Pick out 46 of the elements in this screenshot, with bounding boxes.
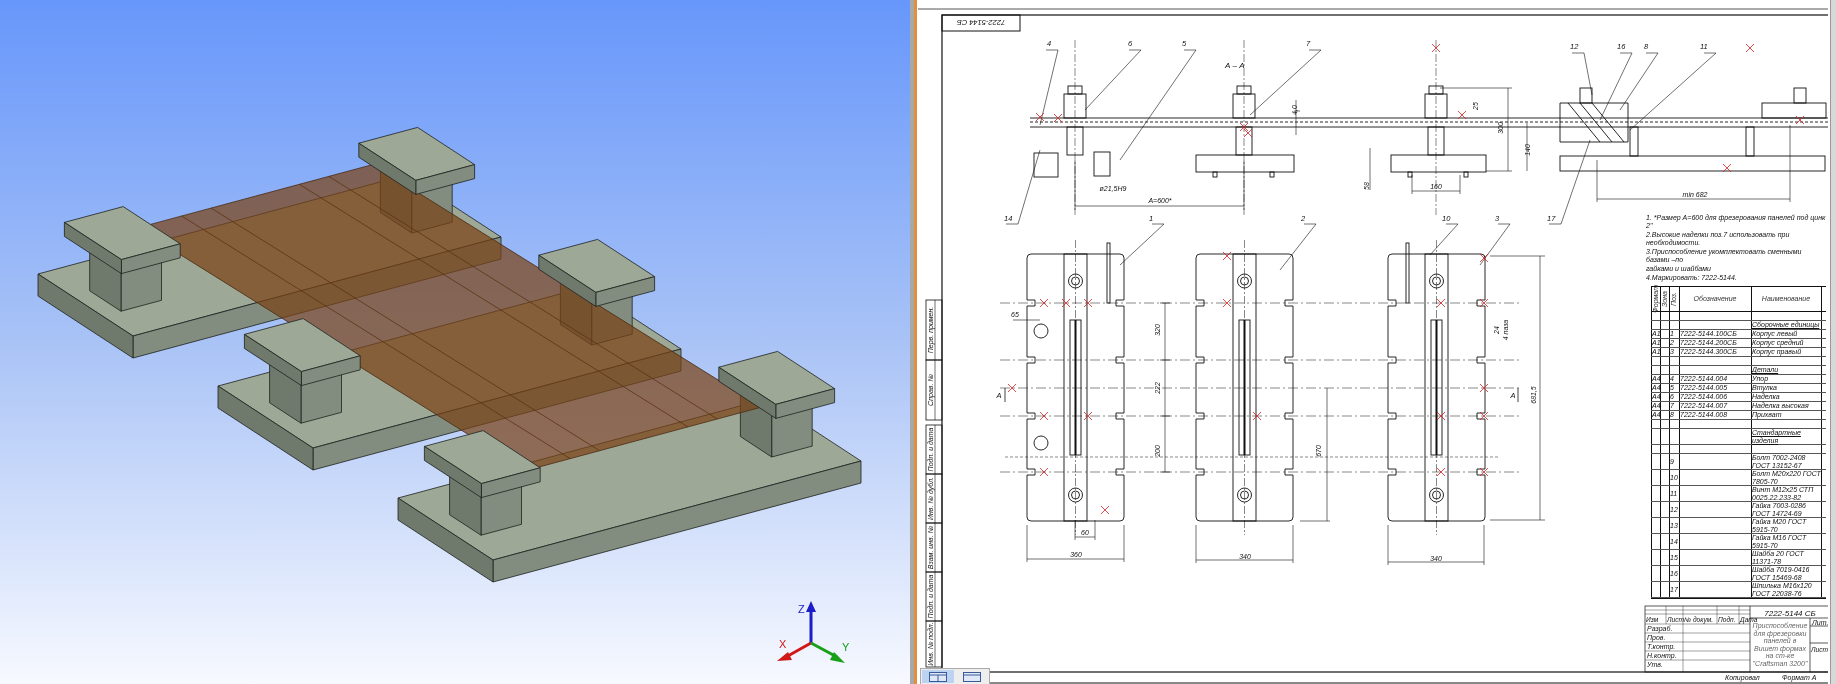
cross-mark bbox=[1722, 163, 1732, 173]
vertical-scrollbar[interactable] bbox=[1830, 0, 1836, 684]
cross-mark bbox=[1795, 115, 1805, 125]
cross-mark bbox=[1083, 298, 1093, 308]
stamp-cell bbox=[925, 424, 943, 475]
cross-mark bbox=[1222, 298, 1232, 308]
cross-mark bbox=[1457, 110, 1467, 120]
cross-mark bbox=[1479, 383, 1489, 393]
cross-mark bbox=[1436, 411, 1446, 421]
cross-mark bbox=[1039, 411, 1049, 421]
leader-line bbox=[1119, 223, 1165, 266]
axis-label: Z bbox=[798, 603, 805, 615]
cross-mark bbox=[1479, 467, 1489, 477]
cross-mark bbox=[1222, 251, 1232, 261]
window-icon bbox=[929, 671, 947, 682]
cross-mark bbox=[1035, 112, 1045, 122]
axis-label: Y bbox=[842, 641, 850, 653]
section-label: А – А bbox=[1225, 61, 1245, 70]
leader-line bbox=[1429, 223, 1459, 256]
cross-mark bbox=[1479, 253, 1489, 263]
drawing-designation: 7222-5144 СБ bbox=[1764, 608, 1816, 618]
cross-mark bbox=[1039, 467, 1049, 477]
axis-label: X bbox=[779, 638, 787, 650]
cross-mark bbox=[1053, 113, 1063, 123]
cross-mark bbox=[1252, 411, 1262, 421]
cross-mark bbox=[1436, 298, 1446, 308]
leader-line bbox=[1571, 52, 1593, 96]
stamp-cell bbox=[925, 299, 943, 361]
cross-mark bbox=[1479, 411, 1489, 421]
cross-mark bbox=[1061, 298, 1071, 308]
cross-mark bbox=[1436, 467, 1446, 477]
cross-mark bbox=[1100, 505, 1110, 515]
cross-mark bbox=[1239, 122, 1249, 132]
pane-splitter[interactable] bbox=[910, 0, 918, 684]
cross-mark bbox=[1039, 298, 1049, 308]
leader-line bbox=[1279, 223, 1317, 271]
window-icon bbox=[963, 671, 981, 682]
leader-line bbox=[1479, 223, 1511, 266]
cross-mark bbox=[1745, 43, 1755, 53]
cross-mark bbox=[1431, 43, 1441, 53]
cross-mark bbox=[1007, 383, 1017, 393]
cross-mark bbox=[1243, 128, 1253, 138]
sheet-tab[interactable] bbox=[922, 670, 954, 683]
cross-mark bbox=[1479, 298, 1489, 308]
cross-mark bbox=[1083, 411, 1093, 421]
3d-viewport[interactable]: Z X Y bbox=[0, 0, 910, 684]
